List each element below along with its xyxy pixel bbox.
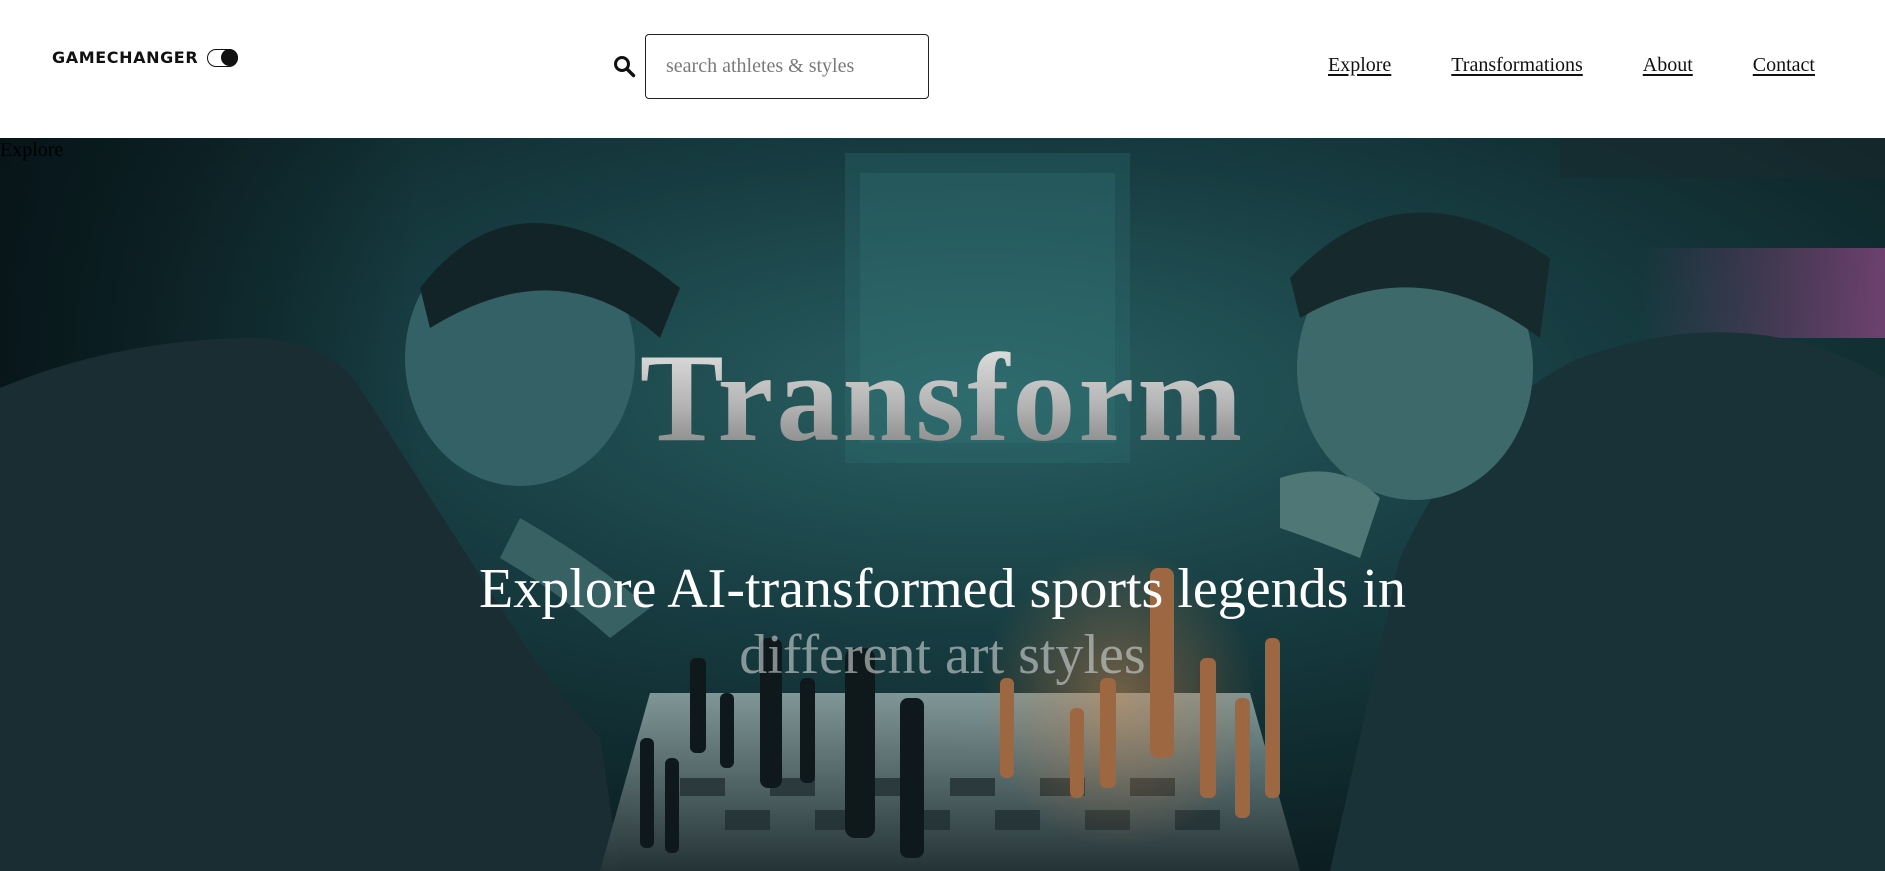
nav-link-transformations[interactable]: Transformations xyxy=(1451,54,1582,77)
hero-section: Explore Transform Explore AI-transformed… xyxy=(0,138,1885,871)
logo[interactable]: GAMECHANGER xyxy=(52,48,239,67)
theme-toggle-icon[interactable] xyxy=(207,48,239,67)
hero-subtitle-line-2: different art styles xyxy=(739,624,1146,686)
hero-title: Transform xyxy=(0,336,1885,462)
main-nav: Explore Transformations About Contact xyxy=(1328,54,1815,77)
nav-link-explore[interactable]: Explore xyxy=(1328,54,1391,77)
search-input[interactable] xyxy=(645,34,929,99)
nav-link-about[interactable]: About xyxy=(1643,54,1693,77)
search-icon[interactable] xyxy=(612,54,636,78)
theme-toggle-knob xyxy=(221,48,239,66)
site-header: GAMECHANGER Explore Transformations Abou… xyxy=(0,0,1885,138)
hero-subtitle-line-1: Explore AI-transformed sports legends in xyxy=(479,558,1406,620)
nav-link-contact[interactable]: Contact xyxy=(1753,54,1815,77)
section-label: Explore xyxy=(0,139,64,161)
logo-text: GAMECHANGER xyxy=(52,48,199,67)
hero-background-image xyxy=(0,138,1885,871)
hero-subtitle: Explore AI-transformed sports legends in… xyxy=(0,556,1885,688)
